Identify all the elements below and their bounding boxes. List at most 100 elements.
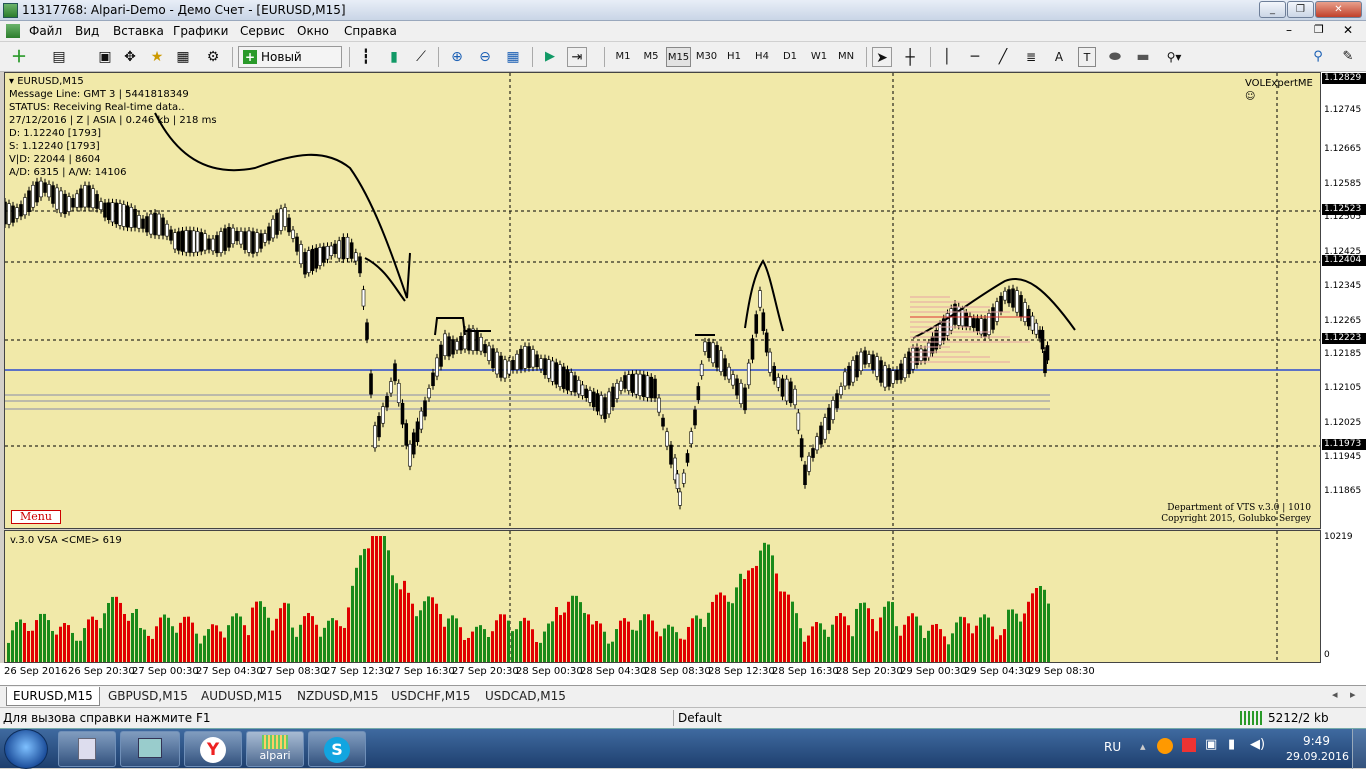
mdi-restore-button[interactable]: ❐ bbox=[1314, 23, 1324, 36]
tile-windows-icon[interactable]: ▦ bbox=[503, 47, 523, 67]
close-button[interactable]: ✕ bbox=[1315, 1, 1362, 18]
rectangle-icon[interactable]: ▬ bbox=[1133, 47, 1153, 67]
tab-usdcad[interactable]: USDCAD,M15 bbox=[479, 687, 572, 706]
show-desktop-button[interactable] bbox=[1352, 729, 1366, 769]
taskbar-alpari[interactable]: alpari bbox=[246, 731, 304, 767]
tf-mn[interactable]: MN bbox=[835, 47, 857, 67]
chart-shift-icon[interactable]: ⇥ bbox=[567, 47, 587, 67]
text-label-icon[interactable]: T bbox=[1078, 47, 1096, 67]
price-chart[interactable]: ▾ EURUSD,M15 Message Line: GMT 3 | 54418… bbox=[4, 72, 1321, 529]
auto-scroll-icon[interactable]: ▶ bbox=[540, 47, 560, 67]
candle-body bbox=[772, 365, 776, 381]
menu-help[interactable]: Справка bbox=[344, 24, 397, 38]
arrows-dropdown-icon[interactable]: ⚲▾ bbox=[1162, 47, 1186, 67]
tab-scroll-left-icon[interactable]: ◂ bbox=[1332, 688, 1338, 701]
line-chart-icon[interactable]: ⟋ bbox=[412, 47, 430, 67]
channel-icon[interactable]: ≣ bbox=[1022, 47, 1040, 67]
zoom-in-icon[interactable]: ⊕ bbox=[447, 47, 467, 67]
tf-m5[interactable]: M5 bbox=[640, 47, 662, 67]
tf-h1[interactable]: H1 bbox=[724, 47, 744, 67]
profiles-icon[interactable]: ▤ bbox=[48, 47, 70, 67]
community-icon[interactable]: ✎ bbox=[1340, 47, 1356, 67]
strategy-tester-icon[interactable]: ⚙ bbox=[203, 47, 223, 67]
volume-chart[interactable]: v.3.0 VSA <CME> 619 bbox=[4, 530, 1321, 663]
volume-bar bbox=[555, 607, 558, 662]
taskbar-skype[interactable]: S bbox=[308, 731, 366, 767]
mdi-minimize-button[interactable]: – bbox=[1286, 23, 1292, 37]
clock-date[interactable]: 29.09.2016 bbox=[1286, 750, 1349, 763]
tray-arrow-icon[interactable]: ▴ bbox=[1140, 740, 1146, 753]
candle-body bbox=[83, 185, 87, 208]
crosshair-icon[interactable]: ┼ bbox=[900, 47, 920, 67]
ellipse-icon[interactable]: ⬬ bbox=[1105, 47, 1125, 67]
tab-eurusd[interactable]: EURUSD,M15 bbox=[6, 687, 100, 706]
volume-bar bbox=[43, 613, 46, 662]
clock-time[interactable]: 9:49 bbox=[1303, 734, 1330, 748]
search-icon[interactable]: ⚲ bbox=[1310, 47, 1326, 67]
volume-bar bbox=[491, 631, 494, 662]
candle-body bbox=[815, 436, 819, 451]
tab-audusd[interactable]: AUDUSD,M15 bbox=[195, 687, 288, 706]
volume-bar bbox=[15, 622, 18, 662]
text-icon[interactable]: A bbox=[1050, 47, 1068, 67]
minimize-button[interactable]: _ bbox=[1259, 1, 1286, 18]
price-scale[interactable]: 1.12745 1.12665 1.12585 1.12505 1.12425 … bbox=[1321, 72, 1366, 663]
menu-view[interactable]: Вид bbox=[75, 24, 99, 38]
volume-bar bbox=[415, 616, 418, 662]
price-highlight: 1.11973 bbox=[1322, 439, 1366, 450]
zoom-out-icon[interactable]: ⊖ bbox=[475, 47, 495, 67]
data-window-icon[interactable]: ★ bbox=[147, 47, 167, 67]
horizontal-line-icon[interactable]: ─ bbox=[966, 47, 984, 67]
volume-bar bbox=[339, 626, 342, 662]
new-order-button[interactable]: +Новый ордер bbox=[238, 46, 342, 84]
chart-menu-button[interactable]: Menu bbox=[11, 510, 61, 524]
tray-app-icon[interactable] bbox=[1157, 738, 1173, 754]
candle-body bbox=[626, 374, 631, 391]
menu-window[interactable]: Окно bbox=[297, 24, 329, 38]
time-label: 28 Sep 00:30 bbox=[516, 666, 583, 677]
tab-usdchf[interactable]: USDCHF,M15 bbox=[385, 687, 476, 706]
terminal-icon[interactable]: ▦ bbox=[173, 47, 193, 67]
tf-w1[interactable]: W1 bbox=[808, 47, 830, 67]
candlestick-icon[interactable]: ▮ bbox=[385, 47, 403, 67]
time-label: 28 Sep 12:30 bbox=[708, 666, 775, 677]
mdi-close-button[interactable]: ✕ bbox=[1343, 23, 1353, 37]
bar-chart-icon[interactable]: ┇ bbox=[357, 47, 375, 67]
volume-bar bbox=[911, 613, 914, 662]
volume-bar bbox=[667, 624, 670, 662]
vertical-line-icon[interactable]: │ bbox=[938, 47, 956, 67]
new-chart-icon[interactable]: ＋ bbox=[8, 47, 30, 67]
tab-gbpusd[interactable]: GBPUSD,M15 bbox=[102, 687, 194, 706]
taskbar-calculator[interactable] bbox=[58, 731, 116, 767]
tf-m1[interactable]: M1 bbox=[612, 47, 634, 67]
menu-charts[interactable]: Графики bbox=[173, 24, 228, 38]
volume-bar bbox=[19, 619, 22, 662]
taskbar-explorer[interactable] bbox=[120, 731, 180, 767]
tab-scroll-right-icon[interactable]: ▸ bbox=[1350, 688, 1356, 701]
tab-nzdusd[interactable]: NZDUSD,M15 bbox=[291, 687, 385, 706]
candle-body bbox=[573, 375, 577, 393]
network-icon[interactable]: ▮ bbox=[1228, 737, 1235, 752]
menu-service[interactable]: Сервис bbox=[240, 24, 285, 38]
start-button[interactable] bbox=[4, 729, 48, 769]
volume-bar bbox=[227, 625, 230, 662]
time-axis[interactable]: 26 Sep 2016 26 Sep 20:30 27 Sep 00:30 27… bbox=[0, 663, 1366, 685]
tf-d1[interactable]: D1 bbox=[780, 47, 800, 67]
trendline-icon[interactable]: ╱ bbox=[994, 47, 1012, 67]
taskbar-yandex[interactable]: Y bbox=[184, 731, 242, 767]
annotation-curve bbox=[364, 257, 406, 302]
tf-m30[interactable]: M30 bbox=[694, 47, 719, 67]
language-indicator[interactable]: RU bbox=[1104, 740, 1121, 754]
volume-bar bbox=[195, 633, 198, 662]
cursor-icon[interactable]: ➤ bbox=[872, 47, 892, 67]
menu-file[interactable]: Файл bbox=[29, 24, 62, 38]
maximize-button[interactable]: ❐ bbox=[1287, 1, 1314, 18]
tf-h4[interactable]: H4 bbox=[752, 47, 772, 67]
navigator-icon[interactable]: ✥ bbox=[120, 47, 140, 67]
market-watch-icon[interactable]: ▣ bbox=[95, 47, 115, 67]
volume-icon[interactable]: ◀) bbox=[1250, 737, 1265, 752]
menu-insert[interactable]: Вставка bbox=[113, 24, 164, 38]
tray-device-icon[interactable]: ▣ bbox=[1205, 737, 1217, 752]
tray-flag-icon[interactable] bbox=[1182, 738, 1196, 752]
tf-m15[interactable]: M15 bbox=[666, 47, 691, 67]
